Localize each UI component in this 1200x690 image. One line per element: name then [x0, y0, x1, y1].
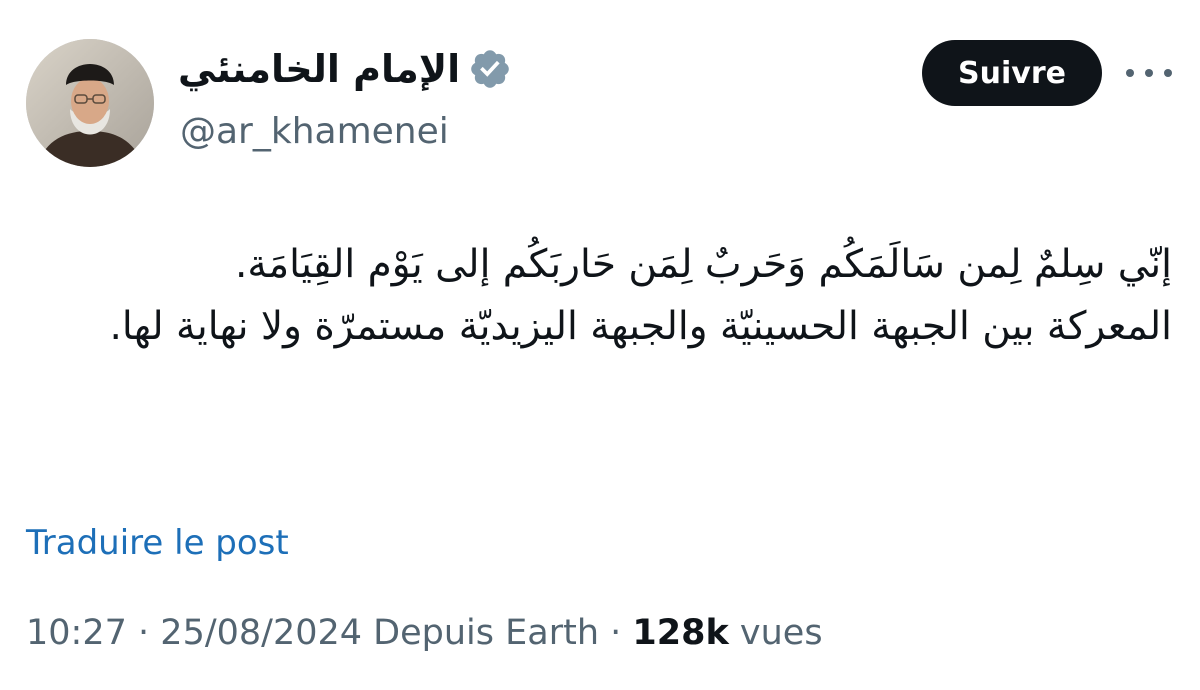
- verified-badge-icon: [468, 47, 512, 91]
- meta-separator: ·: [138, 613, 150, 653]
- views-count[interactable]: 128k: [632, 613, 728, 653]
- author-name-row[interactable]: الإمام الخامنئي: [178, 44, 512, 94]
- post-metadata: 10:27 · 25/08/2024 Depuis Earth · 128k v…: [26, 610, 823, 656]
- author-handle[interactable]: @ar_khamenei: [180, 108, 449, 156]
- more-dot: [1145, 69, 1153, 77]
- profile-avatar[interactable]: [26, 39, 154, 167]
- post-date[interactable]: 25/08/2024: [160, 613, 362, 653]
- avatar-image: [26, 39, 154, 167]
- follow-button[interactable]: Suivre: [922, 40, 1102, 106]
- post-time[interactable]: 10:27: [26, 613, 127, 653]
- post-line: إنّي سِلمٌ لِمن سَالَمَكُم وَحَربٌ لِمَن…: [234, 242, 1172, 287]
- post-text: إنّي سِلمٌ لِمن سَالَمَكُم وَحَربٌ لِمَن…: [20, 234, 1172, 358]
- more-dot: [1164, 69, 1172, 77]
- post-source: Depuis Earth: [373, 613, 599, 653]
- author-display-name[interactable]: الإمام الخامنئي: [178, 44, 460, 94]
- meta-separator: ·: [610, 613, 622, 653]
- views-label[interactable]: vues: [740, 613, 823, 653]
- translate-post-link[interactable]: Traduire le post: [26, 520, 289, 566]
- more-options-icon[interactable]: [1126, 58, 1172, 88]
- more-dot: [1126, 69, 1134, 77]
- post-line: المعركة بين الجبهة الحسينيّة والجبهة الي…: [109, 304, 1172, 349]
